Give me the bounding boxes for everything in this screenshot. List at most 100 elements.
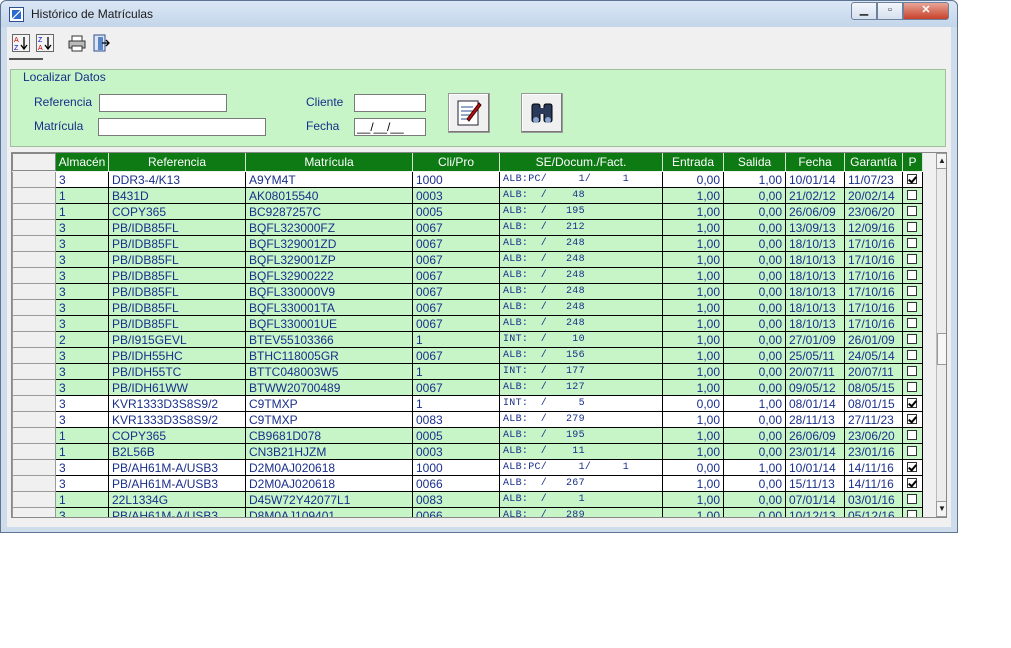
cell-fecha[interactable]: 10/01/14: [786, 172, 845, 188]
row-indicator[interactable]: [12, 172, 56, 188]
cell-salida[interactable]: 0,00: [724, 332, 786, 348]
cell-garantia[interactable]: 03/01/16: [845, 492, 903, 508]
cell-entrada[interactable]: 1,00: [663, 348, 724, 364]
table-row[interactable]: 1 B431D AK08015540 0003 ALB: / 48 1,00 0,00 21/…: [12, 188, 923, 204]
cell-salida[interactable]: 0,00: [724, 252, 786, 268]
row-indicator[interactable]: [12, 348, 56, 364]
table-row[interactable]: 3 PB/IDH55HC BTHC118005GR 0067 ALB: / 156 1,0…: [12, 348, 923, 364]
cell-referencia[interactable]: PB/IDB85FL: [109, 300, 246, 316]
p-checkbox-cell[interactable]: [903, 316, 923, 332]
cell-almacen[interactable]: 3: [56, 220, 109, 236]
cell-garantia[interactable]: 20/02/14: [845, 188, 903, 204]
cell-fecha[interactable]: 20/07/11: [786, 364, 845, 380]
p-checkbox[interactable]: [907, 462, 917, 472]
cell-salida[interactable]: 0,00: [724, 428, 786, 444]
table-row[interactable]: 1 COPY365 CB9681D078 0005 ALB: / 195 1,00 0,00…: [12, 428, 923, 444]
cell-garantia[interactable]: 27/11/23: [845, 412, 903, 428]
row-indicator[interactable]: [12, 364, 56, 380]
referencia-input[interactable]: [99, 94, 227, 112]
cell-entrada[interactable]: 1,00: [663, 252, 724, 268]
vertical-scrollbar[interactable]: ▲ ▼: [936, 153, 946, 517]
edit-button[interactable]: [448, 93, 490, 133]
p-checkbox[interactable]: [907, 510, 917, 517]
cell-entrada[interactable]: 0,00: [663, 396, 724, 412]
cell-almacen[interactable]: 3: [56, 476, 109, 492]
cell-salida[interactable]: 0,00: [724, 268, 786, 284]
cell-almacen[interactable]: 3: [56, 348, 109, 364]
row-indicator[interactable]: [12, 252, 56, 268]
column-header-fecha[interactable]: Fecha: [786, 153, 845, 171]
cell-clipro[interactable]: 0067: [413, 252, 500, 268]
cell-fecha[interactable]: 25/05/11: [786, 348, 845, 364]
cell-almacen[interactable]: 3: [56, 460, 109, 476]
cell-referencia[interactable]: PB/IDB85FL: [109, 252, 246, 268]
row-indicator[interactable]: [12, 412, 56, 428]
cell-almacen[interactable]: 1: [56, 444, 109, 460]
cell-matricula[interactable]: D45W72Y42077L1: [246, 492, 413, 508]
p-checkbox[interactable]: [907, 270, 917, 280]
print-button[interactable]: [67, 33, 87, 53]
table-row[interactable]: 3 PB/IDB85FL BQFL32900222 0067 ALB: / 248 1,0…: [12, 268, 923, 284]
table-row[interactable]: 1 22L1334G D45W72Y42077L1 0083 ALB: / 1 1,00 0…: [12, 492, 923, 508]
cell-garantia[interactable]: 17/10/16: [845, 284, 903, 300]
sort-descending-button[interactable]: ZA: [35, 33, 55, 53]
cell-garantia[interactable]: 05/12/16: [845, 508, 903, 517]
cell-salida[interactable]: 0,00: [724, 364, 786, 380]
cell-doc[interactable]: ALB: / 248: [500, 268, 663, 284]
search-button[interactable]: [521, 93, 563, 133]
cell-salida[interactable]: 0,00: [724, 300, 786, 316]
table-row[interactable]: 3 PB/AH61M-A/USB3 D2M0AJ020618 0066 ALB: / 2…: [12, 476, 923, 492]
cell-fecha[interactable]: 26/06/09: [786, 428, 845, 444]
cell-clipro[interactable]: 0003: [413, 444, 500, 460]
column-header-entrada[interactable]: Entrada: [663, 153, 724, 171]
p-checkbox-cell[interactable]: [903, 188, 923, 204]
cell-almacen[interactable]: 3: [56, 396, 109, 412]
cell-clipro[interactable]: 0067: [413, 284, 500, 300]
cell-doc[interactable]: ALB: / 248: [500, 300, 663, 316]
cell-garantia[interactable]: 08/01/15: [845, 396, 903, 412]
row-indicator[interactable]: [12, 396, 56, 412]
cell-garantia[interactable]: 17/10/16: [845, 252, 903, 268]
cell-salida[interactable]: 1,00: [724, 172, 786, 188]
cell-garantia[interactable]: 14/11/16: [845, 460, 903, 476]
minimize-button[interactable]: ▁: [851, 2, 877, 20]
column-header-almacen[interactable]: Almacén: [56, 153, 109, 171]
cell-entrada[interactable]: 1,00: [663, 492, 724, 508]
cell-fecha[interactable]: 08/01/14: [786, 396, 845, 412]
table-row[interactable]: 3 PB/IDB85FL BQFL330000V9 0067 ALB: / 248 1,0…: [12, 284, 923, 300]
cell-doc[interactable]: ALB: / 195: [500, 204, 663, 220]
scroll-thumb[interactable]: [937, 333, 946, 365]
cell-matricula[interactable]: BQFL329001ZP: [246, 252, 413, 268]
cell-fecha[interactable]: 27/01/09: [786, 332, 845, 348]
cell-clipro[interactable]: 0066: [413, 476, 500, 492]
cell-almacen[interactable]: 3: [56, 508, 109, 517]
cell-entrada[interactable]: 1,00: [663, 380, 724, 396]
column-header-doc[interactable]: SE/Docum./Fact.: [500, 153, 663, 171]
cell-entrada[interactable]: 1,00: [663, 412, 724, 428]
p-checkbox[interactable]: [907, 238, 917, 248]
row-indicator[interactable]: [12, 300, 56, 316]
cell-doc[interactable]: ALB: / 279: [500, 412, 663, 428]
cell-entrada[interactable]: 1,00: [663, 188, 724, 204]
cell-almacen[interactable]: 3: [56, 316, 109, 332]
cell-entrada[interactable]: 0,00: [663, 172, 724, 188]
cell-doc[interactable]: ALB: / 195: [500, 428, 663, 444]
table-row[interactable]: 3 KVR1333D3S8S9/2 C9TMXP 0083 ALB: / 279 1,00…: [12, 412, 923, 428]
scroll-down-button[interactable]: ▼: [936, 501, 946, 517]
cell-matricula[interactable]: AK08015540: [246, 188, 413, 204]
cell-doc[interactable]: INT: / 10: [500, 332, 663, 348]
cell-almacen[interactable]: 3: [56, 268, 109, 284]
p-checkbox[interactable]: [907, 430, 917, 440]
close-button[interactable]: ✕: [903, 2, 949, 20]
row-indicator[interactable]: [12, 444, 56, 460]
cell-clipro[interactable]: 0067: [413, 348, 500, 364]
table-row[interactable]: 3 PB/IDB85FL BQFL329001ZP 0067 ALB: / 248 1,0…: [12, 252, 923, 268]
table-row[interactable]: 3 PB/IDH61WW BTWW20700489 0067 ALB: / 127 1,0…: [12, 380, 923, 396]
cell-doc[interactable]: ALB:PC/ 1/ 1: [500, 460, 663, 476]
cell-doc[interactable]: ALB: / 127: [500, 380, 663, 396]
cell-almacen[interactable]: 3: [56, 236, 109, 252]
cell-garantia[interactable]: 14/11/16: [845, 476, 903, 492]
p-checkbox-cell[interactable]: [903, 364, 923, 380]
cell-referencia[interactable]: PB/AH61M-A/USB3: [109, 476, 246, 492]
cell-fecha[interactable]: 15/11/13: [786, 476, 845, 492]
